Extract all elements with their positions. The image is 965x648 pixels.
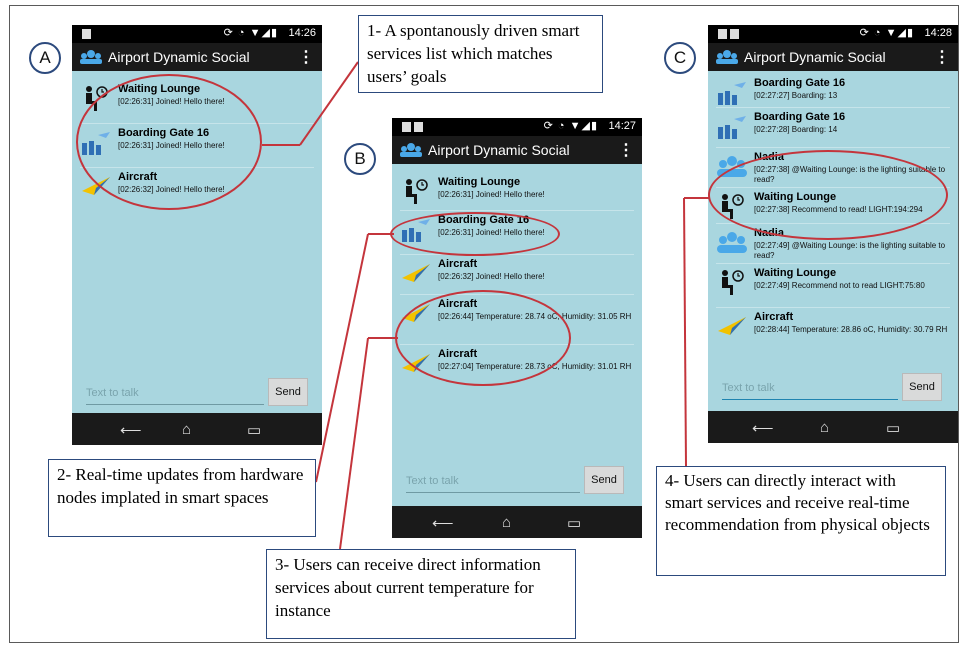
callout-2: 2- Real-time updates from hardware nodes… (48, 459, 316, 537)
connector-1 (299, 61, 359, 146)
callout-1: 1- A spontanously driven smart services … (358, 15, 603, 93)
callout-4: 4- Users can directly interact with smar… (656, 466, 946, 576)
connector-2b (315, 233, 369, 483)
connector-4b (683, 197, 687, 467)
callout-3: 3- Users can receive direct information … (266, 549, 576, 639)
connector-3b (339, 337, 369, 550)
